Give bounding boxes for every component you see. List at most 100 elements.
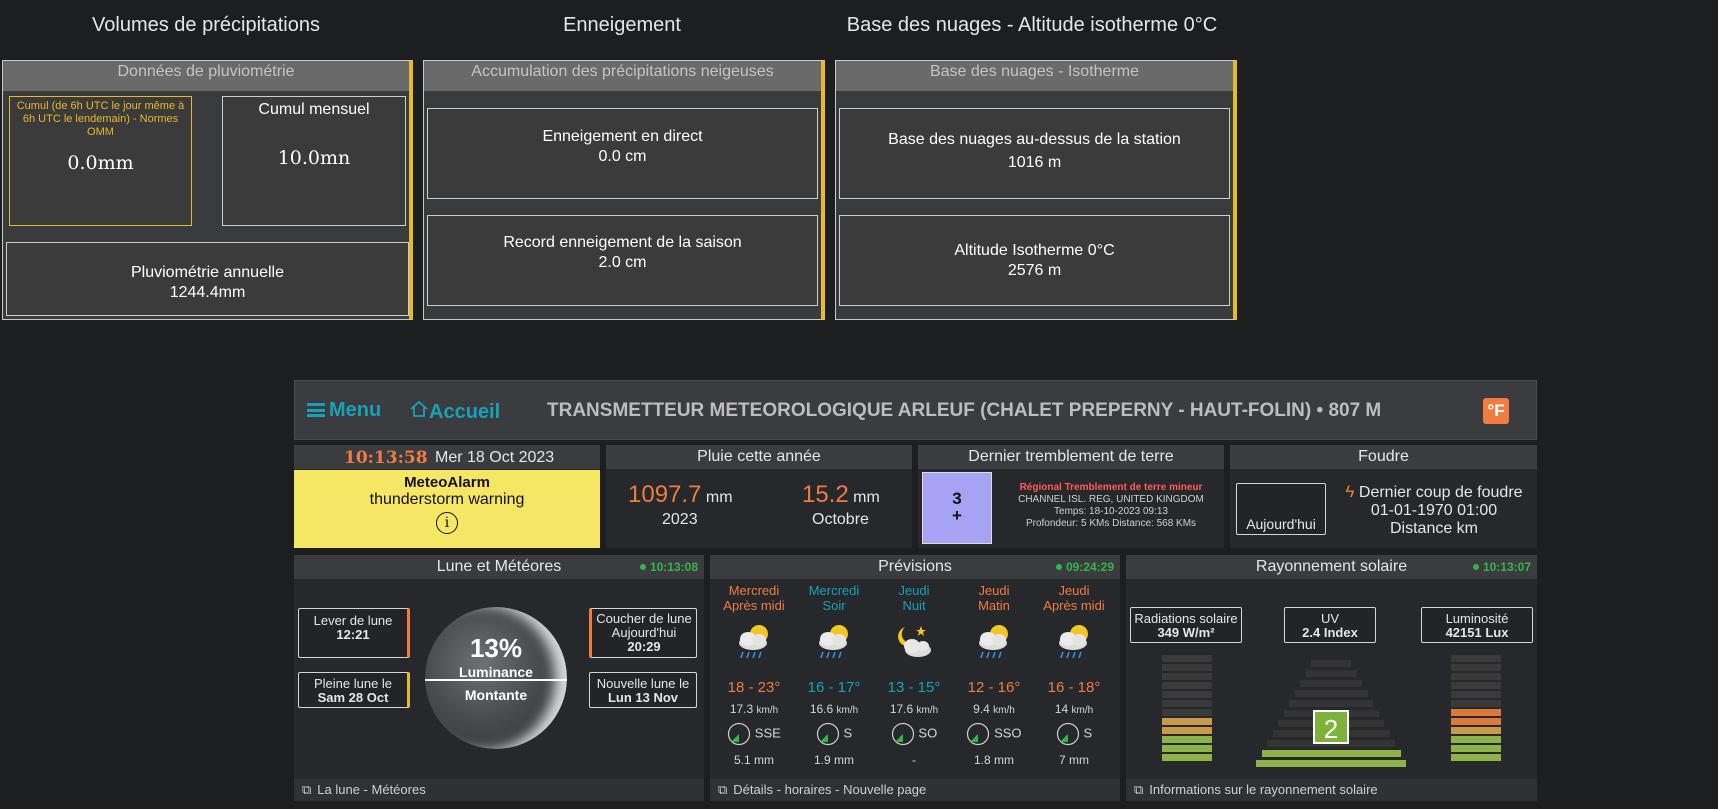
meter-segment bbox=[1162, 709, 1212, 716]
uv-box: UV 2.4 Index bbox=[1284, 607, 1376, 643]
forecast-wind-dir: S bbox=[1034, 722, 1114, 748]
forecast-wind-dir: SO bbox=[874, 722, 954, 748]
forecast-day: Jeudi bbox=[1058, 583, 1090, 598]
rain-month-unit: mm bbox=[853, 489, 880, 506]
cloud-base-box: Base des nuages au-dessus de la station … bbox=[839, 108, 1230, 199]
unit-toggle-button[interactable]: °F bbox=[1483, 398, 1509, 424]
meter-segment bbox=[1451, 682, 1501, 689]
new-moon-box: Nouvelle lune le Lun 13 Nov bbox=[589, 672, 697, 708]
forecast-footer-link[interactable]: ⧉ Détails - horaires - Nouvelle page bbox=[710, 779, 1120, 801]
solar-radiation-value: 349 W/m² bbox=[1157, 625, 1215, 640]
meter-segment bbox=[1162, 682, 1212, 689]
new-moon-label: Nouvelle lune le bbox=[596, 676, 690, 691]
monthly-cumul-label: Cumul mensuel bbox=[258, 101, 370, 118]
cloud-sun-rain-icon bbox=[739, 625, 768, 659]
moonset-day: Aujourd'hui bbox=[611, 625, 677, 640]
meter-segment bbox=[1162, 718, 1212, 725]
solar-footer-link[interactable]: ⧉ Informations sur le rayonnement solaire bbox=[1126, 779, 1537, 801]
clock-time: 10:13:58 bbox=[344, 448, 428, 468]
meter-segment bbox=[1451, 700, 1501, 707]
uv-pyramid-step bbox=[1305, 670, 1357, 677]
quake-magnitude-suffix: + bbox=[952, 506, 962, 525]
quake-type: Régional Tremblement de terre mineur bbox=[1019, 482, 1203, 493]
meter-segment bbox=[1162, 655, 1212, 662]
lightning-bolt-icon: ϟ bbox=[1345, 482, 1355, 501]
luminosity-meter bbox=[1451, 655, 1501, 765]
uv-pyramid-step bbox=[1261, 750, 1401, 757]
lightning-today-label: Aujourd'hui bbox=[1246, 516, 1316, 532]
annual-rain-label: Pluviométrie annuelle bbox=[131, 264, 284, 281]
forecast-day: Mercredi bbox=[728, 583, 780, 598]
clouds-card: Base des nuages - Isotherme Base des nua… bbox=[835, 60, 1237, 320]
meter-segment bbox=[1162, 664, 1212, 671]
luminosity-box: Luminosité 42151 Lux bbox=[1421, 607, 1533, 643]
solar-updated: 10:13:07 bbox=[1473, 560, 1531, 574]
external-link-icon: ⧉ bbox=[718, 782, 728, 797]
annual-rain-value: 1244.4mm bbox=[169, 284, 246, 301]
forecast-wind: 16.6 km/h bbox=[809, 702, 859, 716]
snow-record-label: Record enneigement de la saison bbox=[503, 234, 742, 251]
rain-month-label: Octobre bbox=[812, 511, 869, 528]
station-altitude: 807 M bbox=[1328, 400, 1382, 421]
external-link-icon: ⧉ bbox=[1134, 782, 1144, 797]
snow-record-box: Record enneigement de la saison 2.0 cm bbox=[427, 215, 818, 306]
daily-cumul-value: 0.0mm bbox=[67, 152, 134, 174]
forecast-temp: 16 - 17° bbox=[807, 679, 861, 696]
moonrise-box: Lever de lune 12:21 bbox=[298, 608, 410, 658]
meter-segment bbox=[1162, 754, 1212, 761]
moon-luminance-label: Luminance bbox=[459, 664, 533, 680]
snow-live-label: Enneigement en direct bbox=[542, 128, 703, 145]
meter-segment bbox=[1451, 655, 1501, 662]
rain-year-value: 1097.7 bbox=[628, 481, 702, 508]
rain-year-unit: mm bbox=[705, 489, 733, 506]
cloud-sun-rain-icon bbox=[1059, 625, 1088, 659]
meteoalarm-box[interactable]: MeteoAlarm thunderstorm warning i bbox=[294, 470, 600, 548]
moon-cloud-icon bbox=[898, 626, 931, 657]
rain-month-total: 15.2 mm bbox=[802, 481, 880, 509]
info-icon[interactable]: i bbox=[436, 512, 458, 534]
precip-section-title: Volumes de précipitations bbox=[92, 14, 320, 36]
isotherm-value: 2576 m bbox=[1007, 262, 1062, 279]
meter-segment bbox=[1162, 727, 1212, 734]
forecast-panel: Prévisions 09:24:29 Mercredi Après midi 18… bbox=[710, 555, 1120, 801]
rain-month-value: 15.2 bbox=[802, 481, 849, 508]
solar-footer-label: Informations sur le rayonnement solaire bbox=[1149, 782, 1378, 797]
forecast-period: Soir bbox=[822, 598, 846, 613]
title-separator: • bbox=[1316, 400, 1329, 421]
full-moon-value: Sam 28 Oct bbox=[317, 690, 389, 705]
quake-magnitude-box: 3 + bbox=[922, 472, 992, 544]
forecast-temp: 12 - 16° bbox=[967, 679, 1021, 696]
isotherm-box: Altitude Isotherme 0°C 2576 m bbox=[839, 215, 1230, 306]
forecast-rain: 5.1 mm bbox=[733, 753, 774, 767]
forecast-temp: 18 - 23° bbox=[727, 679, 781, 696]
hamburger-icon bbox=[307, 403, 325, 417]
luminosity-value: 42151 Lux bbox=[1445, 625, 1509, 640]
meter-segment bbox=[1451, 736, 1501, 743]
quake-details: Régional Tremblement de terre mineur CHA… bbox=[998, 482, 1224, 530]
precip-card: Données de pluviométrie Cumul (de 6h UTC… bbox=[2, 60, 413, 320]
snow-live-box: Enneigement en direct 0.0 cm bbox=[427, 108, 818, 199]
forecast-wind: 9.4 km/h bbox=[973, 702, 1015, 716]
uv-pyramid-step bbox=[1311, 660, 1351, 667]
forecast-period: Après midi bbox=[723, 598, 785, 613]
moonrise-value: 12:21 bbox=[336, 627, 370, 642]
earthquake-panel: Dernier tremblement de terre 3 + Régiona… bbox=[918, 445, 1224, 548]
wind-compass-icon bbox=[967, 722, 990, 746]
meter-segment bbox=[1451, 718, 1501, 725]
forecast-day: Jeudi bbox=[978, 583, 1010, 598]
luminosity-label: Luminosité bbox=[1445, 611, 1509, 626]
snow-card: Accumulation des précipitations neigeuse… bbox=[423, 60, 825, 320]
rain-year-total: 1097.7 mm bbox=[628, 481, 733, 509]
menu-button[interactable]: Menu bbox=[307, 399, 381, 422]
forecast-wind-dir: S bbox=[794, 722, 874, 748]
quake-time: Temps: 18-10-2023 09:13 bbox=[1054, 506, 1168, 517]
meter-segment bbox=[1162, 673, 1212, 680]
moon-updated: 10:13:08 bbox=[640, 560, 698, 574]
meter-segment bbox=[1162, 691, 1212, 698]
lightning-last-date: 01-01-1970 01:00 bbox=[1370, 502, 1498, 519]
forecast-day: Mercredi bbox=[808, 583, 860, 598]
meter-segment bbox=[1451, 709, 1501, 716]
moon-footer-link[interactable]: ⧉ La lune - Météores bbox=[294, 779, 704, 801]
moonset-box: Coucher de lune Aujourd'hui 20:29 bbox=[589, 608, 697, 658]
home-button[interactable]: Accueil bbox=[409, 399, 500, 424]
